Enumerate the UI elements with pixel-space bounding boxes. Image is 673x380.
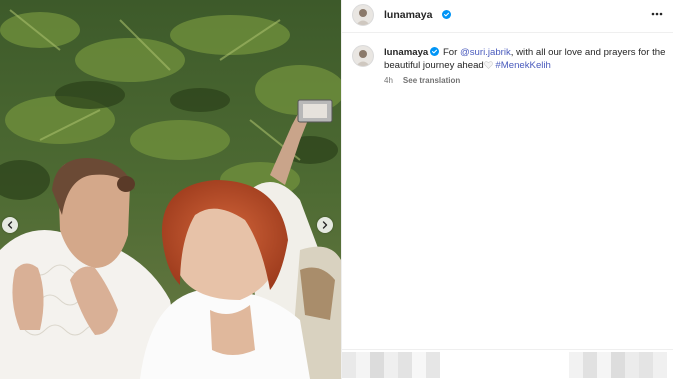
- post-side-panel: lunamaya lunamaya For @suri.jabrik, with…: [341, 0, 673, 379]
- hashtag-link[interactable]: #MenekKelih: [495, 60, 550, 71]
- verified-badge-icon: [442, 10, 451, 19]
- more-horizontal-icon: [651, 12, 663, 16]
- avatar[interactable]: [352, 45, 374, 67]
- post-media[interactable]: [0, 0, 341, 379]
- avatar[interactable]: [352, 4, 374, 26]
- post-header: lunamaya: [342, 0, 673, 33]
- caption-body-start: For: [442, 47, 460, 58]
- chevron-right-icon: [322, 221, 328, 229]
- caption-meta: 4h See translation: [384, 76, 470, 85]
- blurred-content-left: [342, 352, 440, 378]
- author-username[interactable]: lunamaya: [384, 9, 432, 21]
- profile-picture: [353, 5, 373, 25]
- post-photo: [0, 0, 341, 379]
- blurred-content-right: [569, 352, 667, 378]
- white-heart-emoji: [483, 61, 493, 69]
- see-translation-button[interactable]: See translation: [403, 76, 460, 85]
- post-footer: [342, 349, 673, 380]
- profile-picture: [353, 46, 373, 66]
- chevron-left-icon: [7, 221, 13, 229]
- mention-link[interactable]: @suri.jabrik: [460, 47, 511, 58]
- verified-badge-icon: [430, 47, 440, 56]
- next-photo-button[interactable]: [317, 217, 333, 233]
- more-options-button[interactable]: [649, 6, 665, 22]
- post-timestamp: 4h: [384, 76, 393, 85]
- previous-photo-button[interactable]: [2, 217, 18, 233]
- caption-text: lunamaya For @suri.jabrik, with all our …: [384, 46, 666, 72]
- instagram-post: lunamaya lunamaya For @suri.jabrik, with…: [0, 0, 673, 379]
- caption-username[interactable]: lunamaya: [384, 47, 428, 58]
